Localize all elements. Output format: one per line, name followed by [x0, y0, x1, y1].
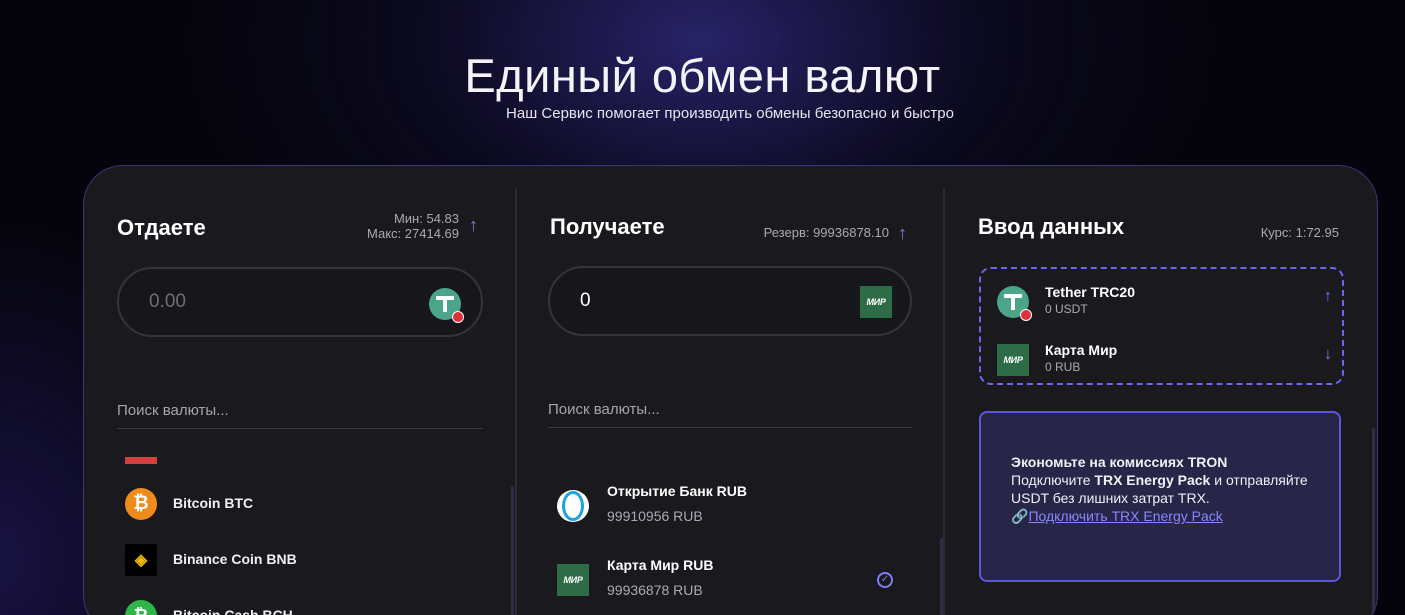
- list-item-name: Карта Мир RUB: [607, 557, 714, 573]
- summary-from: Tether TRC20 0 USDT ↑: [997, 282, 1332, 322]
- mir-icon: МИР: [997, 344, 1029, 376]
- check-icon: ✓: [877, 572, 893, 588]
- summary-from-amount: 0 USDT: [1045, 302, 1088, 316]
- details-scrollbar[interactable]: [1372, 428, 1375, 615]
- promo-link-row: 🔗Подключить TRX Energy Pack: [1011, 507, 1309, 525]
- otkritie-icon: [557, 490, 589, 522]
- tron-badge-icon: [1020, 309, 1032, 321]
- mir-icon-text: МИР: [1003, 355, 1023, 365]
- tether-icon: [997, 286, 1032, 321]
- receive-search-input[interactable]: Поиск валюты...: [548, 394, 912, 428]
- exchange-card: Отдаете Мин: 54.83 Макс: 27414.69 ↑ 0.00…: [83, 165, 1378, 615]
- exchange-rate: Курс: 1:72.95: [1260, 225, 1339, 240]
- summary-to-name: Карта Мир: [1045, 342, 1118, 358]
- receive-title: Получаете: [550, 214, 665, 239]
- give-search-placeholder: Поиск валюты...: [117, 402, 229, 419]
- summary-to-amount: 0 RUB: [1045, 360, 1081, 374]
- give-amount-placeholder: 0.00: [149, 291, 186, 312]
- bitcoin-cash-icon: ₿: [125, 600, 157, 615]
- list-item-label: Binance Coin BNB: [173, 551, 297, 567]
- give-max: Макс: 27414.69: [367, 226, 459, 241]
- list-item[interactable]: Открытие Банк RUB 99910956 RUB: [557, 483, 893, 530]
- receive-search-placeholder: Поиск валюты...: [548, 401, 660, 418]
- page-title: Единый обмен валют: [464, 49, 941, 102]
- receive-reserve: Резерв: 99936878.10: [763, 225, 889, 240]
- bitcoin-icon: ₿: [125, 488, 157, 520]
- summary-to: МИР Карта Мир 0 RUB ↓: [997, 340, 1332, 380]
- trx-energy-promo: Экономьте на комиссиях TRON Подключите T…: [979, 411, 1341, 582]
- receive-amount-field[interactable]: 0 МИР: [548, 266, 912, 336]
- list-item-name: Открытие Банк RUB: [607, 483, 747, 499]
- mir-icon-text: МИР: [866, 297, 886, 307]
- mir-icon: МИР: [860, 286, 892, 318]
- list-item-amount: 99910956 RUB: [607, 508, 703, 524]
- tron-badge-icon: [452, 311, 464, 323]
- receive-sort-arrow-icon[interactable]: ↑: [898, 223, 907, 244]
- column-divider: [515, 188, 517, 615]
- list-item[interactable]: ₿ Bitcoin BTC: [125, 484, 455, 524]
- list-item[interactable]: ₿ Bitcoin Cash BCH: [125, 596, 455, 615]
- arrow-down-icon: ↓: [1324, 346, 1332, 363]
- give-amount-field[interactable]: 0.00: [117, 267, 483, 337]
- tether-icon: [429, 288, 464, 323]
- give-min: Мин: 54.83: [393, 211, 459, 226]
- page-subtitle: Наш Сервис помогает производить обмены б…: [506, 105, 954, 122]
- give-limits: Мин: 54.83 Макс: 27414.69: [339, 211, 459, 241]
- give-title: Отдаете: [117, 215, 206, 240]
- list-item-amount: 99936878 RUB: [607, 582, 703, 598]
- binance-icon: ◈: [125, 544, 157, 576]
- promo-text-bold: TRX Energy Pack: [1094, 472, 1211, 488]
- link-icon: 🔗: [1011, 508, 1029, 524]
- details-title: Ввод данных: [978, 214, 1125, 239]
- promo-text-pre: Подключите: [1011, 472, 1095, 488]
- connect-trx-energy-link[interactable]: Подключить TRX Energy Pack: [1028, 508, 1222, 524]
- mir-icon-text: МИР: [563, 575, 583, 585]
- list-item-selected[interactable]: МИР Карта Мир RUB 99936878 RUB ✓: [557, 557, 893, 604]
- receive-amount-value: 0: [580, 290, 591, 311]
- summary-from-name: Tether TRC20: [1045, 284, 1135, 300]
- give-sort-arrow-icon[interactable]: ↑: [469, 215, 478, 236]
- give-list-scrollbar[interactable]: [511, 486, 514, 615]
- list-item-label: Bitcoin Cash BCH: [173, 607, 293, 615]
- column-divider: [943, 188, 945, 615]
- arrow-up-icon: ↑: [1324, 288, 1332, 305]
- list-item-label: Bitcoin BTC: [173, 495, 254, 511]
- list-item[interactable]: ◈ Binance Coin BNB: [125, 540, 455, 580]
- exchange-summary: Tether TRC20 0 USDT ↑ МИР Карта Мир 0 RU…: [979, 267, 1344, 385]
- promo-heading: Экономьте на комиссиях TRON: [1011, 454, 1228, 470]
- mir-icon: МИР: [557, 564, 589, 596]
- give-search-input[interactable]: Поиск валюты...: [117, 395, 483, 429]
- promo-text: Подключите TRX Energy Pack и отправляйте…: [1011, 471, 1309, 507]
- scroll-indicator: [125, 457, 157, 464]
